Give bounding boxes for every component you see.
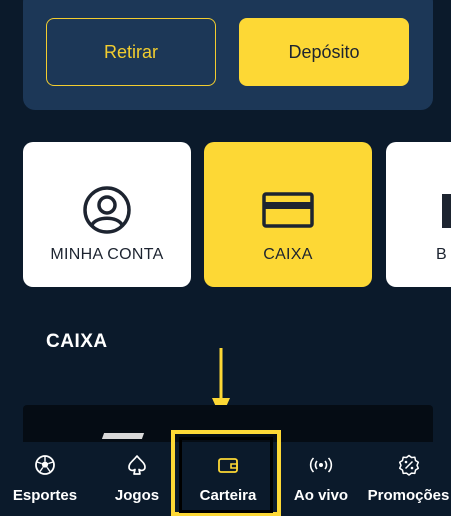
nav-item-jogos[interactable]: Jogos [97,442,177,513]
deposit-button[interactable]: Depósito [239,18,409,86]
highlight-inner-frame [179,437,273,513]
tile-my-account-label: MINHA CONTA [50,246,164,263]
tile-partial-label: B [436,246,447,263]
banner-logo-mark [101,433,145,439]
tile-cashier[interactable]: CAIXA [204,142,372,287]
spade-icon [128,455,146,475]
wallet-panel: Retirar Depósito [23,0,433,110]
nav-label-jogos: Jogos [114,487,160,504]
nav-item-ao-vivo[interactable]: Ao vivo [281,442,361,513]
tile-cashier-label: CAIXA [263,246,313,263]
live-broadcast-icon [309,457,333,473]
nav-label-ao-vivo: Ao vivo [293,487,349,504]
credit-card-icon [262,192,314,228]
nav-label-esportes: Esportes [12,487,78,504]
withdraw-button[interactable]: Retirar [46,18,216,86]
soccer-ball-icon [35,455,55,475]
tile-partial[interactable]: B [386,142,451,287]
nav-item-promocoes[interactable]: Promoções [366,442,451,513]
nav-label-promocoes: Promoções [367,487,450,504]
partial-icon [442,194,451,228]
tile-my-account[interactable]: MINHA CONTA [23,142,191,287]
percent-badge-icon [398,454,419,476]
nav-item-esportes[interactable]: Esportes [5,442,85,513]
user-circle-icon [83,186,131,234]
section-title: CAIXA [46,331,108,352]
